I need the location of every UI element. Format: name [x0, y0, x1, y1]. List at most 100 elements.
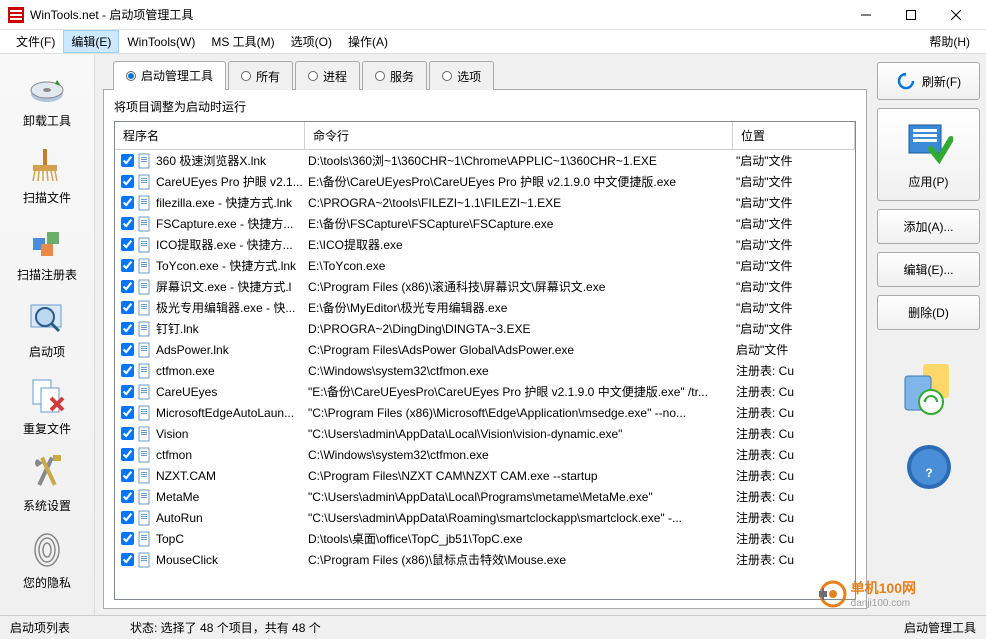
- table-row[interactable]: CareUEyes"E:\备份\CareUEyesPro\CareUEyes P…: [115, 381, 855, 402]
- row-cmd: C:\PROGRA~2\tools\FILEZI~1.1\FILEZI~1.EX…: [305, 196, 733, 210]
- row-checkbox[interactable]: [121, 532, 134, 545]
- sidebar-item-3[interactable]: 启动项: [0, 293, 94, 370]
- sidebar-item-label: 扫描文件: [23, 189, 71, 206]
- sidebar-item-6[interactable]: 您的隐私: [0, 524, 94, 601]
- row-checkbox[interactable]: [121, 343, 134, 356]
- disk-icon: [27, 68, 67, 108]
- app-icon: [8, 7, 24, 23]
- row-cmd: "C:\Users\admin\AppData\Roaming\smartclo…: [305, 511, 733, 525]
- row-checkbox[interactable]: [121, 448, 134, 461]
- table-row[interactable]: MicrosoftEdgeAutoLaun..."C:\Program File…: [115, 402, 855, 423]
- apply-button[interactable]: 应用(P): [877, 108, 980, 201]
- status-mid: 状态: 选择了 48 个项目，共有 48 个: [130, 619, 321, 636]
- row-cmd: E:\备份\FSCapture\FSCapture\FSCapture.exe: [305, 215, 733, 232]
- tab-2[interactable]: 进程: [295, 61, 360, 90]
- row-checkbox[interactable]: [121, 301, 134, 314]
- file-icon: [137, 405, 153, 421]
- row-cmd: D:\tools\360浏~1\360CHR~1\Chrome\APPLIC~1…: [305, 152, 733, 169]
- row-checkbox[interactable]: [121, 322, 134, 335]
- tab-0[interactable]: 启动管理工具: [113, 61, 226, 90]
- row-checkbox[interactable]: [121, 154, 134, 167]
- table-row[interactable]: MouseClickC:\Program Files (x86)\鼠标点击特效\…: [115, 549, 855, 570]
- tab-3[interactable]: 服务: [362, 61, 427, 90]
- sidebar-item-5[interactable]: 系统设置: [0, 447, 94, 524]
- row-checkbox[interactable]: [121, 259, 134, 272]
- menu-mstools[interactable]: MS 工具(M): [203, 30, 282, 53]
- sidebar-item-0[interactable]: 卸载工具: [0, 62, 94, 139]
- table-row[interactable]: 钉钉.lnkD:\PROGRA~2\DingDing\DINGTA~3.EXE"…: [115, 318, 855, 339]
- row-checkbox[interactable]: [121, 280, 134, 293]
- add-button[interactable]: 添加(A)...: [877, 209, 980, 244]
- sidebar-item-1[interactable]: 扫描文件: [0, 139, 94, 216]
- file-icon: [137, 174, 153, 190]
- table-row[interactable]: ICO提取器.exe - 快捷方...E:\ICO提取器.exe"启动"文件: [115, 234, 855, 255]
- list-body[interactable]: 360 极速浏览器X.lnkD:\tools\360浏~1\360CHR~1\C…: [115, 150, 855, 599]
- table-row[interactable]: TopCD:\tools\桌面\office\TopC_jb51\TopC.ex…: [115, 528, 855, 549]
- table-row[interactable]: NZXT.CAMC:\Program Files\NZXT CAM\NZXT C…: [115, 465, 855, 486]
- tab-1[interactable]: 所有: [228, 61, 293, 90]
- files-icon: [877, 360, 980, 423]
- row-loc: 注册表: Cu: [733, 425, 855, 442]
- table-row[interactable]: ToYcon.exe - 快捷方式.lnkE:\ToYcon.exe"启动"文件: [115, 255, 855, 276]
- edit-label: 编辑(E)...: [904, 261, 954, 278]
- table-row[interactable]: 屏幕识文.exe - 快捷方式.lC:\Program Files (x86)\…: [115, 276, 855, 297]
- table-row[interactable]: ctfmonC:\Windows\system32\ctfmon.exe注册表:…: [115, 444, 855, 465]
- row-loc: 注册表: Cu: [733, 530, 855, 547]
- column-name[interactable]: 程序名: [115, 122, 305, 149]
- menu-actions[interactable]: 操作(A): [340, 30, 396, 53]
- row-name: TopC: [156, 532, 184, 546]
- tab-4[interactable]: 选项: [429, 61, 494, 90]
- menu-options[interactable]: 选项(O): [283, 30, 340, 53]
- row-loc: 注册表: Cu: [733, 488, 855, 505]
- row-cmd: E:\ICO提取器.exe: [305, 236, 733, 253]
- blocks-icon: [27, 222, 67, 262]
- row-checkbox[interactable]: [121, 364, 134, 377]
- edit-button[interactable]: 编辑(E)...: [877, 252, 980, 287]
- delete-button[interactable]: 删除(D): [877, 295, 980, 330]
- sidebar-item-2[interactable]: 扫描注册表: [0, 216, 94, 293]
- menu-file[interactable]: 文件(F): [8, 30, 63, 53]
- refresh-label: 刷新(F): [922, 73, 961, 90]
- row-checkbox[interactable]: [121, 196, 134, 209]
- row-checkbox[interactable]: [121, 238, 134, 251]
- table-row[interactable]: CareUEyes Pro 护眼 v2.1...E:\备份\CareUEyesP…: [115, 171, 855, 192]
- menu-wintools[interactable]: WinTools(W): [119, 32, 203, 52]
- table-row[interactable]: filezilla.exe - 快捷方式.lnk C:\PROGRA~2\tool…: [115, 192, 855, 213]
- table-row[interactable]: ctfmon.exeC:\Windows\system32\ctfmon.exe…: [115, 360, 855, 381]
- row-checkbox[interactable]: [121, 469, 134, 482]
- column-cmd[interactable]: 命令行: [305, 122, 733, 149]
- tab-label: 进程: [323, 68, 347, 85]
- column-loc[interactable]: 位置: [733, 122, 855, 149]
- row-name: ctfmon.exe: [156, 364, 215, 378]
- row-cmd: D:\PROGRA~2\DingDing\DINGTA~3.EXE: [305, 322, 733, 336]
- maximize-button[interactable]: [888, 1, 933, 29]
- row-loc: "启动"文件: [733, 236, 855, 253]
- row-checkbox[interactable]: [121, 553, 134, 566]
- table-row[interactable]: AutoRun"C:\Users\admin\AppData\Roaming\s…: [115, 507, 855, 528]
- sidebar-item-4[interactable]: 重复文件: [0, 370, 94, 447]
- row-checkbox[interactable]: [121, 217, 134, 230]
- row-checkbox[interactable]: [121, 490, 134, 503]
- help-icon[interactable]: ?: [877, 443, 980, 494]
- row-name: ToYcon.exe - 快捷方式.lnk: [156, 257, 296, 274]
- close-button[interactable]: [933, 1, 978, 29]
- row-name: MouseClick: [156, 553, 218, 567]
- table-row[interactable]: Vision"C:\Users\admin\AppData\Local\Visi…: [115, 423, 855, 444]
- refresh-button[interactable]: 刷新(F): [877, 62, 980, 100]
- menu-help[interactable]: 帮助(H): [921, 30, 978, 53]
- row-checkbox[interactable]: [121, 406, 134, 419]
- minimize-button[interactable]: [843, 1, 888, 29]
- row-name: filezilla.exe - 快捷方式.lnk: [156, 194, 292, 211]
- row-checkbox[interactable]: [121, 511, 134, 524]
- table-row[interactable]: MetaMe"C:\Users\admin\AppData\Local\Prog…: [115, 486, 855, 507]
- row-checkbox[interactable]: [121, 427, 134, 440]
- table-row[interactable]: AdsPower.lnkC:\Program Files\AdsPower Gl…: [115, 339, 855, 360]
- row-cmd: C:\Program Files\AdsPower Global\AdsPowe…: [305, 343, 733, 357]
- row-checkbox[interactable]: [121, 175, 134, 188]
- row-name: Vision: [156, 427, 188, 441]
- row-checkbox[interactable]: [121, 385, 134, 398]
- table-row[interactable]: 极光专用编辑器.exe - 快...E:\备份\MyEditor\极光专用编辑器…: [115, 297, 855, 318]
- table-row[interactable]: 360 极速浏览器X.lnkD:\tools\360浏~1\360CHR~1\C…: [115, 150, 855, 171]
- menu-edit[interactable]: 编辑(E): [63, 30, 119, 53]
- table-row[interactable]: FSCapture.exe - 快捷方...E:\备份\FSCapture\FS…: [115, 213, 855, 234]
